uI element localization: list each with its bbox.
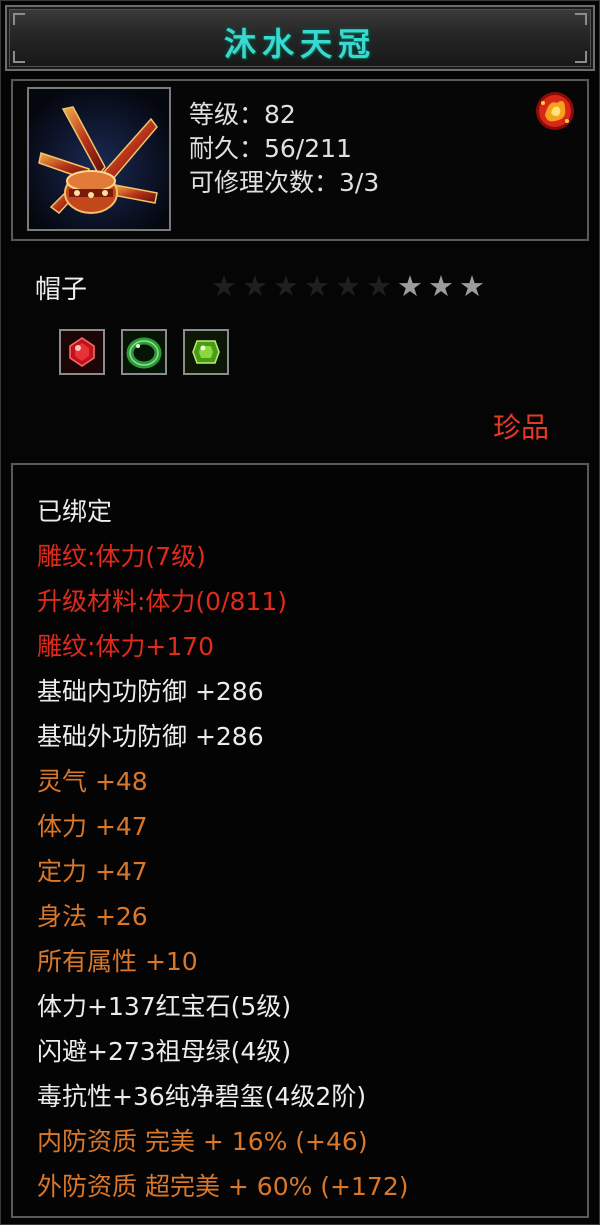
gem-bonus-tourmaline: 毒抗性+36纯净碧玺(4级2阶) bbox=[37, 1082, 367, 1111]
green-jade-ring-icon[interactable] bbox=[121, 329, 167, 375]
attribute-panel: 已绑定 雕纹:体力(7级) 升级材料:体力(0/811) 雕纹:体力+170 基… bbox=[11, 463, 589, 1218]
star-empty-icon: ★ bbox=[335, 269, 366, 303]
gem-bonus-ruby: 体力+137红宝石(5级) bbox=[37, 992, 292, 1021]
star-empty-icon: ★ bbox=[273, 269, 304, 303]
engraving-bonus: 雕纹:体力+170 bbox=[37, 632, 215, 661]
green-emerald-gem-icon[interactable] bbox=[183, 329, 229, 375]
star-rating: ★★★★★★★★★ bbox=[211, 269, 490, 303]
attribute-all: 所有属性 +10 bbox=[37, 947, 198, 976]
star-empty-icon: ★ bbox=[211, 269, 242, 303]
item-repair-count: 可修理次数：3/3 bbox=[189, 168, 380, 197]
inner-defense-quality: 内防资质 完美 + 16% (+46) bbox=[37, 1127, 368, 1156]
item-header-panel: 等级：82 耐久：56/211 可修理次数：3/3 bbox=[11, 79, 589, 241]
star-filled-icon: ★ bbox=[397, 269, 428, 303]
gem-bonus-emerald: 闪避+273祖母绿(4级) bbox=[37, 1037, 292, 1066]
attribute-agility: 身法 +26 bbox=[37, 902, 148, 931]
engraving-level: 雕纹:体力(7级) bbox=[37, 542, 206, 571]
base-outer-defense: 基础外功防御 +286 bbox=[37, 722, 264, 751]
helmet-icon[interactable] bbox=[27, 87, 171, 231]
item-name: 沐水天冠 bbox=[223, 25, 376, 63]
rarity-label: 珍品 bbox=[493, 411, 550, 444]
star-empty-icon: ★ bbox=[366, 269, 397, 303]
base-inner-defense: 基础内功防御 +286 bbox=[37, 677, 264, 706]
item-level: 等级：82 bbox=[189, 100, 296, 129]
attribute-focus: 定力 +47 bbox=[37, 857, 148, 886]
item-durability: 耐久：56/211 bbox=[189, 134, 352, 163]
outer-defense-quality: 外防资质 超完美 + 60% (+172) bbox=[37, 1172, 409, 1201]
item-type: 帽子 bbox=[35, 275, 88, 305]
title-bar: 沐水天冠 bbox=[5, 5, 595, 71]
star-filled-icon: ★ bbox=[459, 269, 490, 303]
star-filled-icon: ★ bbox=[428, 269, 459, 303]
upgrade-material: 升级材料:体力(0/811) bbox=[37, 587, 287, 616]
red-ruby-gem-icon[interactable] bbox=[59, 329, 105, 375]
item-tooltip: 沐水天冠 等级：82 耐久：56/211 可修理次数：3/3 帽子 ★★★★★★… bbox=[0, 0, 600, 1225]
star-empty-icon: ★ bbox=[242, 269, 273, 303]
bound-status: 已绑定 bbox=[37, 497, 113, 526]
fire-emblem-icon bbox=[536, 92, 574, 130]
attribute-stamina: 体力 +47 bbox=[37, 812, 148, 841]
star-empty-icon: ★ bbox=[304, 269, 335, 303]
attribute-spirit: 灵气 +48 bbox=[37, 767, 148, 796]
